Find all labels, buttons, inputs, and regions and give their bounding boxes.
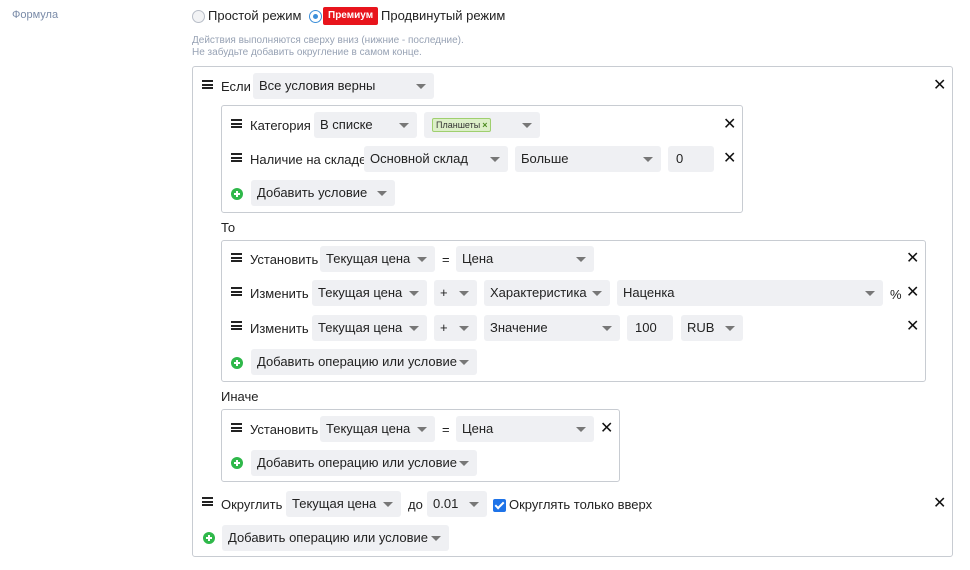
field-label: Формула [12, 9, 59, 21]
close-icon[interactable]: ✕ [906, 319, 919, 335]
close-icon[interactable]: ✕ [600, 421, 613, 437]
currency-select[interactable]: RUB [681, 315, 743, 341]
drag-handle-icon[interactable] [231, 287, 242, 296]
warehouse-value: Основной склад [370, 151, 468, 166]
round-up-label[interactable]: Округлять только вверх [509, 497, 652, 513]
condition-operator-value: В списке [320, 117, 373, 132]
warehouse-select[interactable]: Основной склад [364, 146, 508, 172]
premium-badge: Премиум [323, 7, 379, 25]
if-label: Если [221, 79, 251, 94]
round-precision-value: 0.01 [433, 496, 459, 511]
action-label: Установить [250, 252, 319, 267]
category-tag-label: Планшеты [436, 120, 481, 130]
source-value: Цена [462, 421, 494, 436]
else-label: Иначе [221, 389, 259, 404]
action-label: Изменить [250, 286, 309, 301]
bottom-add-operation-select[interactable]: Добавить операцию или условие [222, 525, 449, 551]
advanced-mode-label[interactable]: Продвинутый режим [381, 8, 505, 24]
round-target-value: Текущая цена [292, 496, 377, 511]
source-value: Характеристика [490, 285, 587, 300]
simple-mode-label[interactable]: Простой режим [208, 8, 301, 24]
add-condition-select[interactable]: Добавить условие [251, 180, 395, 206]
target-select[interactable]: Текущая цена [320, 246, 435, 272]
drag-handle-icon[interactable] [231, 423, 242, 432]
target-value: Текущая цена [318, 285, 403, 300]
close-icon[interactable]: ✕ [933, 78, 946, 94]
add-icon[interactable] [231, 188, 243, 200]
comparison-select[interactable]: Больше [515, 146, 661, 172]
condition-label: Наличие на складе [250, 152, 367, 167]
drag-handle-icon[interactable] [231, 119, 242, 128]
unit-label: % [890, 287, 902, 302]
simple-mode-radio[interactable] [192, 10, 205, 23]
source-select[interactable]: Цена [456, 246, 594, 272]
comparison-value: Больше [521, 151, 569, 166]
add-operation-label: Добавить операцию или условие [257, 455, 458, 470]
condition-label: Категория [250, 118, 311, 133]
add-icon[interactable] [231, 457, 243, 469]
attribute-value: Наценка [623, 285, 675, 300]
stock-value-input[interactable]: 0 [668, 146, 714, 172]
target-value: Текущая цена [326, 421, 411, 436]
drag-handle-icon[interactable] [231, 253, 242, 262]
operator-select[interactable]: + [434, 315, 477, 341]
source-select[interactable]: Цена [456, 416, 594, 442]
if-mode-select-value: Все условия верны [259, 78, 376, 93]
source-select[interactable]: Значение [484, 315, 620, 341]
if-mode-select[interactable]: Все условия верны [253, 73, 434, 99]
amount-input[interactable]: 100 [627, 315, 673, 341]
round-to-label: до [408, 497, 423, 512]
currency-value: RUB [687, 320, 715, 335]
source-select[interactable]: Характеристика [484, 280, 610, 306]
drag-handle-icon[interactable] [202, 497, 213, 506]
close-icon[interactable]: ✕ [723, 151, 736, 167]
action-label: Установить [250, 422, 319, 437]
add-icon[interactable] [231, 357, 243, 369]
drag-handle-icon[interactable] [231, 321, 242, 330]
advanced-mode-radio[interactable] [309, 10, 322, 23]
source-value: Значение [490, 320, 548, 335]
close-icon[interactable]: ✕ [723, 117, 736, 133]
add-operation-select[interactable]: Добавить операцию или условие [251, 349, 477, 375]
target-select[interactable]: Текущая цена [320, 416, 435, 442]
operator-select[interactable]: + [434, 280, 477, 306]
add-operation-label: Добавить операцию или условие [257, 354, 458, 369]
target-value: Текущая цена [326, 251, 411, 266]
tag-remove-icon[interactable]: × [482, 120, 487, 130]
equals-operator: = [442, 422, 450, 437]
operator-value: + [440, 285, 448, 300]
target-value: Текущая цена [318, 320, 403, 335]
action-label: Изменить [250, 321, 309, 336]
then-label: То [221, 220, 236, 235]
operator-value: + [440, 320, 448, 335]
category-tag: Планшеты × [432, 118, 492, 132]
round-up-checkbox[interactable] [493, 499, 506, 512]
round-target-select[interactable]: Текущая цена [286, 491, 401, 517]
close-icon[interactable]: ✕ [906, 251, 919, 267]
close-icon[interactable]: ✕ [933, 496, 946, 512]
round-precision-select[interactable]: 0.01 [427, 491, 487, 517]
add-condition-label: Добавить условие [257, 185, 368, 200]
hint-line-2: Не забудьте добавить округление в самом … [192, 47, 422, 58]
hint-line-1: Действия выполняются сверху вниз (нижние… [192, 35, 464, 46]
attribute-select[interactable]: Наценка [617, 280, 883, 306]
close-icon[interactable]: ✕ [906, 285, 919, 301]
equals-operator: = [442, 252, 450, 267]
bottom-add-operation-label: Добавить операцию или условие [228, 530, 429, 545]
drag-handle-icon[interactable] [202, 80, 213, 89]
drag-handle-icon[interactable] [231, 153, 242, 162]
target-select[interactable]: Текущая цена [312, 280, 427, 306]
source-value: Цена [462, 251, 494, 266]
condition-operator-select[interactable]: В списке [314, 112, 417, 138]
add-icon[interactable] [203, 532, 215, 544]
round-label: Округлить [221, 497, 283, 512]
target-select[interactable]: Текущая цена [312, 315, 427, 341]
add-operation-select[interactable]: Добавить операцию или условие [251, 450, 477, 476]
